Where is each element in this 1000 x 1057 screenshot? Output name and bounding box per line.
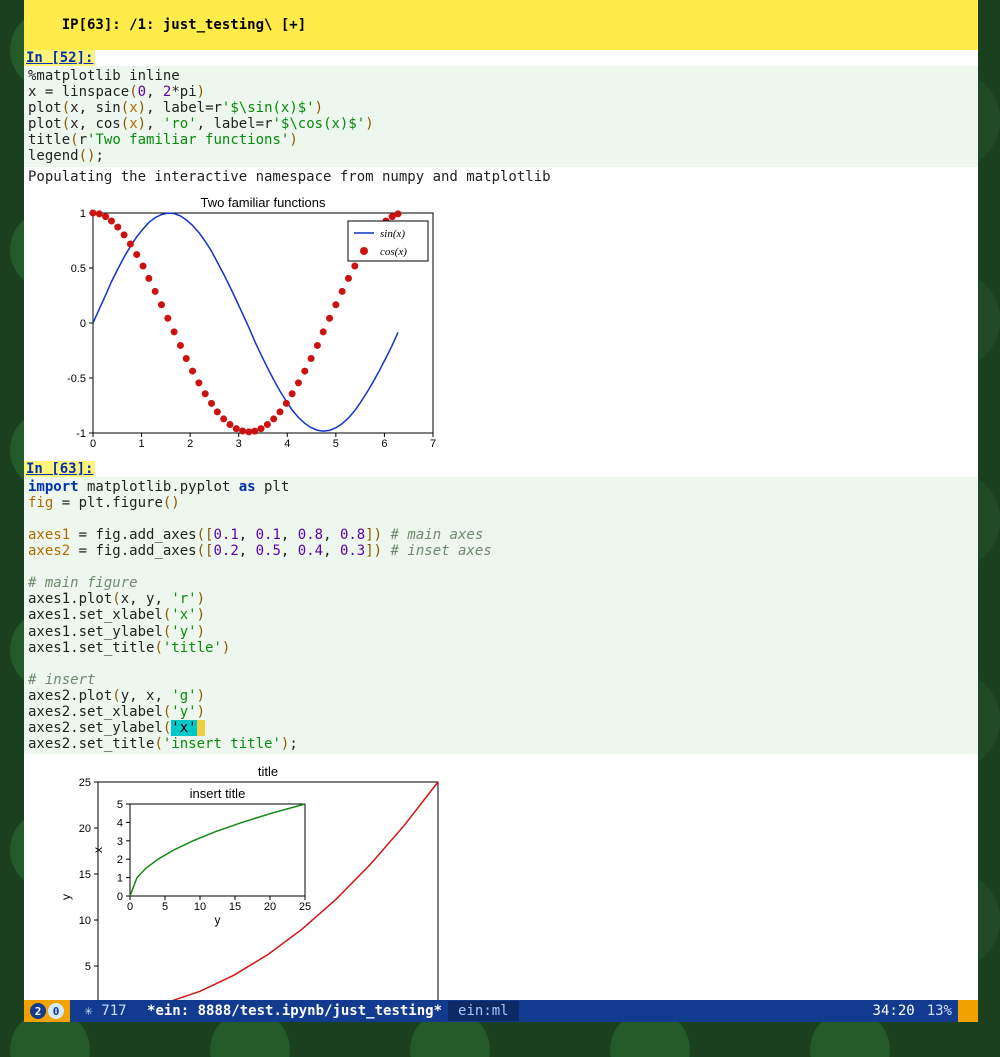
svg-text:5: 5 (162, 901, 168, 913)
svg-text:4: 4 (284, 438, 290, 450)
svg-text:insert title: insert title (190, 786, 246, 801)
modeline-tail-icon (958, 1000, 978, 1022)
svg-text:0.5: 0.5 (71, 263, 86, 275)
cell-1[interactable]: In [52]: %matplotlib inline x = linspace… (24, 50, 978, 453)
svg-text:20: 20 (79, 823, 91, 835)
svg-text:10: 10 (79, 915, 91, 927)
emacs-frame: IP[63]: /1: just_testing\ [+] In [52]: %… (24, 0, 978, 1022)
svg-text:3: 3 (117, 836, 123, 848)
modeline-left: ✳ 717 (70, 1003, 141, 1019)
chart1-output: 0 1 2 3 4 5 6 7 -1 -0.5 0 0.5 1 Two familiar function… (48, 193, 978, 453)
modeline-percent: 13% (921, 1003, 958, 1019)
svg-text:-0.5: -0.5 (67, 373, 86, 385)
svg-text:4: 4 (117, 818, 123, 830)
svg-text:cos(x): cos(x) (380, 246, 407, 258)
svg-text:-1: -1 (76, 428, 86, 440)
flycheck-badge[interactable]: 2 0 (24, 1000, 70, 1022)
svg-text:1: 1 (139, 438, 145, 450)
svg-text:7: 7 (430, 438, 436, 450)
svg-text:title: title (258, 764, 278, 779)
chart2-output: 0123450510152025titlexy0510152025012345i… (48, 760, 978, 1022)
error-count-icon: 2 (30, 1003, 46, 1019)
svg-text:1: 1 (117, 873, 123, 885)
svg-text:20: 20 (264, 901, 276, 913)
svg-text:0: 0 (80, 318, 86, 330)
cell-2[interactable]: In [63]: import matplotlib.pyplot as plt… (24, 461, 978, 1022)
svg-text:15: 15 (229, 901, 241, 913)
svg-text:0: 0 (90, 438, 96, 450)
notebook-buffer[interactable]: In [52]: %matplotlib inline x = linspace… (24, 50, 978, 1022)
svg-text:25: 25 (299, 901, 311, 913)
chart2-svg: 0123450510152025titlexy0510152025012345i… (48, 760, 458, 1022)
svg-text:2: 2 (117, 854, 123, 866)
svg-text:2: 2 (187, 438, 193, 450)
svg-text:5: 5 (333, 438, 339, 450)
titlebar-text: IP[63]: /1: just_testing\ [+] (62, 17, 306, 33)
cell2-input[interactable]: import matplotlib.pyplot as plt fig = pl… (24, 477, 978, 755)
svg-text:0: 0 (127, 901, 133, 913)
modeline: 2 0 ✳ 717 *ein: 8888/test.ipynb/just_tes… (24, 1000, 978, 1022)
svg-text:3: 3 (236, 438, 242, 450)
svg-text:5: 5 (85, 961, 91, 973)
svg-text:5: 5 (117, 799, 123, 811)
modeline-position: 34:20 (867, 1003, 921, 1019)
svg-text:x: x (91, 847, 105, 853)
svg-text:y: y (59, 894, 73, 900)
svg-text:Two familiar functions: Two familiar functions (201, 195, 326, 210)
svg-text:10: 10 (194, 901, 206, 913)
svg-text:1: 1 (80, 208, 86, 220)
cell2-in-prompt: In [63]: (24, 461, 95, 477)
svg-text:25: 25 (79, 777, 91, 789)
warning-count-icon: 0 (48, 1003, 64, 1019)
cell1-input[interactable]: %matplotlib inline x = linspace(0, 2*pi)… (24, 66, 978, 167)
modeline-buffer-name[interactable]: *ein: 8888/test.ipynb/just_testing* (141, 1003, 448, 1019)
svg-text:y: y (215, 913, 221, 927)
cell1-in-prompt: In [52]: (24, 50, 95, 66)
svg-text:0: 0 (117, 891, 123, 903)
chart1-svg: 0 1 2 3 4 5 6 7 -1 -0.5 0 0.5 1 Two familiar function… (48, 193, 448, 453)
titlebar: IP[63]: /1: just_testing\ [+] (24, 0, 978, 50)
svg-text:15: 15 (79, 869, 91, 881)
modeline-major-mode[interactable]: ein:ml (448, 1001, 519, 1021)
svg-text:sin(x): sin(x) (380, 228, 405, 240)
cell1-stdout: Populating the interactive namespace fro… (24, 167, 978, 187)
svg-text:6: 6 (381, 438, 387, 450)
